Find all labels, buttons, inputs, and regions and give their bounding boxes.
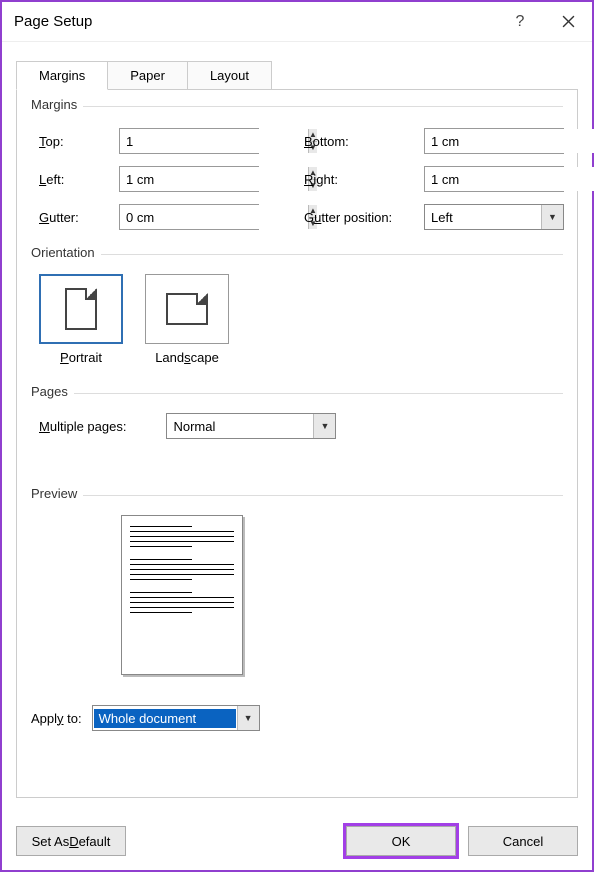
set-default-button[interactable]: Set As Default xyxy=(16,826,126,856)
applyto-dropdown[interactable]: Whole document ▼ xyxy=(92,705,260,731)
help-button[interactable]: ? xyxy=(496,2,544,42)
left-spinner[interactable]: ▲▼ xyxy=(119,166,259,192)
landscape-icon xyxy=(166,293,208,325)
gutterpos-value: Left xyxy=(425,210,541,225)
window-title: Page Setup xyxy=(14,13,496,30)
margins-legend: Margins xyxy=(31,97,83,112)
tab-layout[interactable]: Layout xyxy=(187,61,272,90)
multipages-value: Normal xyxy=(167,419,313,434)
multipages-dropdown[interactable]: Normal ▼ xyxy=(166,413,336,439)
orientation-landscape[interactable]: Landscape xyxy=(145,274,229,365)
close-icon xyxy=(562,15,575,28)
right-label: Right: xyxy=(304,172,424,187)
top-label: Top: xyxy=(39,134,119,149)
top-input[interactable] xyxy=(120,129,308,153)
chevron-down-icon: ▼ xyxy=(313,414,335,438)
bottom-input[interactable] xyxy=(425,129,594,153)
applyto-value: Whole document xyxy=(94,709,236,728)
bottom-spinner[interactable]: ▲▼ xyxy=(424,128,564,154)
tab-margins[interactable]: Margins xyxy=(16,61,108,90)
preview-legend: Preview xyxy=(31,486,83,501)
gutter-label: Gutter: xyxy=(39,210,119,225)
margins-group: Margins Top: ▲▼ Bottom: ▲▼ Left: ▲▼ xyxy=(31,106,563,248)
left-label: Left: xyxy=(39,172,119,187)
portrait-icon xyxy=(65,288,97,330)
left-input[interactable] xyxy=(120,167,308,191)
pages-group: Pages Multiple pages: Normal ▼ xyxy=(31,393,563,489)
gutter-input[interactable] xyxy=(120,205,308,229)
chevron-down-icon: ▼ xyxy=(237,706,259,730)
bottom-label: Bottom: xyxy=(304,134,424,149)
pages-legend: Pages xyxy=(31,384,74,399)
orientation-portrait[interactable]: Portrait xyxy=(39,274,123,365)
gutter-spinner[interactable]: ▲▼ xyxy=(119,204,259,230)
tab-panel-margins: Margins Top: ▲▼ Bottom: ▲▼ Left: ▲▼ xyxy=(16,89,578,798)
gutterpos-dropdown[interactable]: Left ▼ xyxy=(424,204,564,230)
ok-button[interactable]: OK xyxy=(346,826,456,856)
chevron-down-icon: ▼ xyxy=(541,205,563,229)
close-button[interactable] xyxy=(544,2,592,42)
applyto-label: Apply to: xyxy=(31,711,82,726)
cancel-button[interactable]: Cancel xyxy=(468,826,578,856)
multipages-label: Multiple pages: xyxy=(39,419,126,434)
top-spinner[interactable]: ▲▼ xyxy=(119,128,259,154)
tab-bar: Margins Paper Layout xyxy=(16,60,578,89)
right-spinner[interactable]: ▲▼ xyxy=(424,166,564,192)
gutterpos-label: Gutter position: xyxy=(304,210,424,225)
preview-group: Preview Apply to: Whole document ▼ xyxy=(31,495,563,787)
orientation-group: Orientation Portrait Landscape xyxy=(31,254,563,387)
tab-paper[interactable]: Paper xyxy=(107,61,188,90)
preview-thumbnail xyxy=(121,515,243,675)
right-input[interactable] xyxy=(425,167,594,191)
orientation-legend: Orientation xyxy=(31,245,101,260)
